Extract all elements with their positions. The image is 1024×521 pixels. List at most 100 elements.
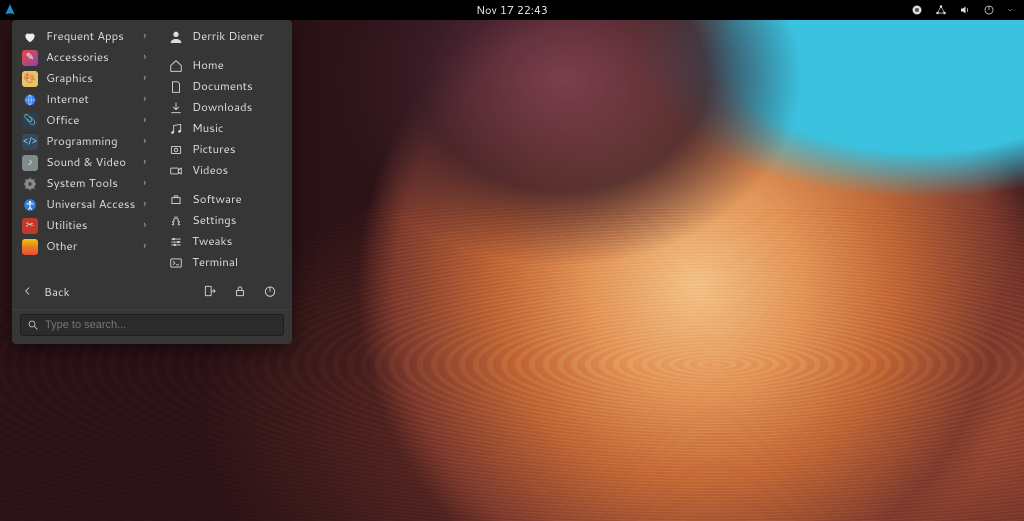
activities-button[interactable] [0, 0, 20, 20]
back-arrow-icon [20, 283, 36, 299]
arc-menu: Frequent Apps › ✎ Accessories › 🎨 Graphi… [12, 20, 292, 344]
utilities-icon: ✂ [22, 218, 38, 234]
chevron-right-icon: › [143, 51, 146, 64]
category-other[interactable]: Other › [12, 236, 156, 257]
video-icon [168, 163, 184, 179]
chevron-right-icon: › [143, 93, 146, 106]
terminal-icon [168, 255, 184, 271]
shortcut-label: Software [192, 192, 292, 207]
search-input[interactable] [45, 319, 277, 331]
category-label: Universal Access [46, 197, 135, 212]
shortcut-software[interactable]: Software [156, 189, 292, 210]
place-music[interactable]: Music [156, 118, 292, 139]
category-label: Graphics [46, 71, 135, 86]
media-icon: ♪ [22, 155, 38, 171]
logout-icon [203, 284, 217, 298]
office-icon: 📎 [22, 113, 38, 129]
place-label: Pictures [192, 142, 292, 157]
heart-icon [22, 29, 38, 45]
chevron-right-icon: › [143, 240, 146, 253]
graphics-icon: 🎨 [22, 71, 38, 87]
logout-button[interactable] [198, 279, 222, 303]
chevron-right-icon: › [143, 219, 146, 232]
back-label: Back [44, 283, 70, 300]
category-label: Frequent Apps [46, 29, 135, 44]
power-button[interactable] [258, 279, 282, 303]
category-label: Utilities [46, 218, 135, 233]
lock-button[interactable] [228, 279, 252, 303]
shortcut-terminal[interactable]: Terminal [156, 252, 292, 273]
system-tray [910, 3, 1024, 17]
user-row[interactable]: Derrik Diener [156, 26, 292, 47]
power-icon [263, 284, 277, 298]
system-icon [22, 176, 38, 192]
chevron-right-icon: › [143, 30, 146, 43]
chevron-right-icon: › [143, 72, 146, 85]
arch-logo-icon [3, 3, 17, 17]
chevron-right-icon: › [143, 177, 146, 190]
category-label: Sound & Video [46, 155, 135, 170]
category-office[interactable]: 📎 Office › [12, 110, 156, 131]
category-label: Programming [46, 134, 135, 149]
category-utilities[interactable]: ✂ Utilities › [12, 215, 156, 236]
shortcut-settings[interactable]: Settings [156, 210, 292, 231]
place-label: Downloads [192, 100, 292, 115]
chevron-down-icon[interactable] [1006, 3, 1014, 17]
category-universal-access[interactable]: Universal Access › [12, 194, 156, 215]
category-sound-video[interactable]: ♪ Sound & Video › [12, 152, 156, 173]
software-icon [168, 192, 184, 208]
shortcut-label: Terminal [192, 255, 292, 270]
power-tray-icon[interactable] [982, 3, 996, 17]
chevron-right-icon: › [143, 135, 146, 148]
category-system-tools[interactable]: System Tools › [12, 173, 156, 194]
music-icon [168, 121, 184, 137]
category-label: Accessories [46, 50, 135, 65]
top-bar: Nov 17 22:43 [0, 0, 1024, 20]
search-icon [27, 319, 39, 331]
category-label: Other [46, 239, 135, 254]
back-button[interactable]: Back [12, 273, 292, 309]
category-accessories[interactable]: ✎ Accessories › [12, 47, 156, 68]
category-label: System Tools [46, 176, 135, 191]
category-programming[interactable]: </> Programming › [12, 131, 156, 152]
network-icon[interactable] [934, 3, 948, 17]
settings-icon [168, 213, 184, 229]
shortcut-label: Tweaks [192, 234, 292, 249]
lock-icon [233, 284, 247, 298]
globe-icon [22, 92, 38, 108]
shortcut-label: Settings [192, 213, 292, 228]
category-graphics[interactable]: 🎨 Graphics › [12, 68, 156, 89]
session-buttons [198, 279, 282, 303]
category-label: Office [46, 113, 135, 128]
places-shortcuts-column: Derrik Diener Home Documents Downloads M… [156, 20, 292, 273]
search-box[interactable] [20, 314, 284, 336]
app-indicator-icon[interactable] [910, 3, 924, 17]
accessories-icon: ✎ [22, 50, 38, 66]
place-pictures[interactable]: Pictures [156, 139, 292, 160]
place-label: Videos [192, 163, 292, 178]
category-label: Internet [46, 92, 135, 107]
avatar-icon [168, 29, 184, 45]
category-internet[interactable]: Internet › [12, 89, 156, 110]
category-frequent-apps[interactable]: Frequent Apps › [12, 26, 156, 47]
user-name: Derrik Diener [192, 29, 292, 44]
download-icon [168, 100, 184, 116]
chevron-right-icon: › [143, 198, 146, 211]
chevron-right-icon: › [143, 156, 146, 169]
place-videos[interactable]: Videos [156, 160, 292, 181]
place-downloads[interactable]: Downloads [156, 97, 292, 118]
categories-column: Frequent Apps › ✎ Accessories › 🎨 Graphi… [12, 20, 156, 273]
place-label: Music [192, 121, 292, 136]
volume-icon[interactable] [958, 3, 972, 17]
place-documents[interactable]: Documents [156, 76, 292, 97]
place-home[interactable]: Home [156, 55, 292, 76]
chevron-right-icon: › [143, 114, 146, 127]
home-icon [168, 58, 184, 74]
accessibility-icon [22, 197, 38, 213]
menu-footer [12, 309, 292, 344]
place-label: Documents [192, 79, 292, 94]
clock[interactable]: Nov 17 22:43 [476, 2, 548, 18]
picture-icon [168, 142, 184, 158]
place-label: Home [192, 58, 292, 73]
shortcut-tweaks[interactable]: Tweaks [156, 231, 292, 252]
